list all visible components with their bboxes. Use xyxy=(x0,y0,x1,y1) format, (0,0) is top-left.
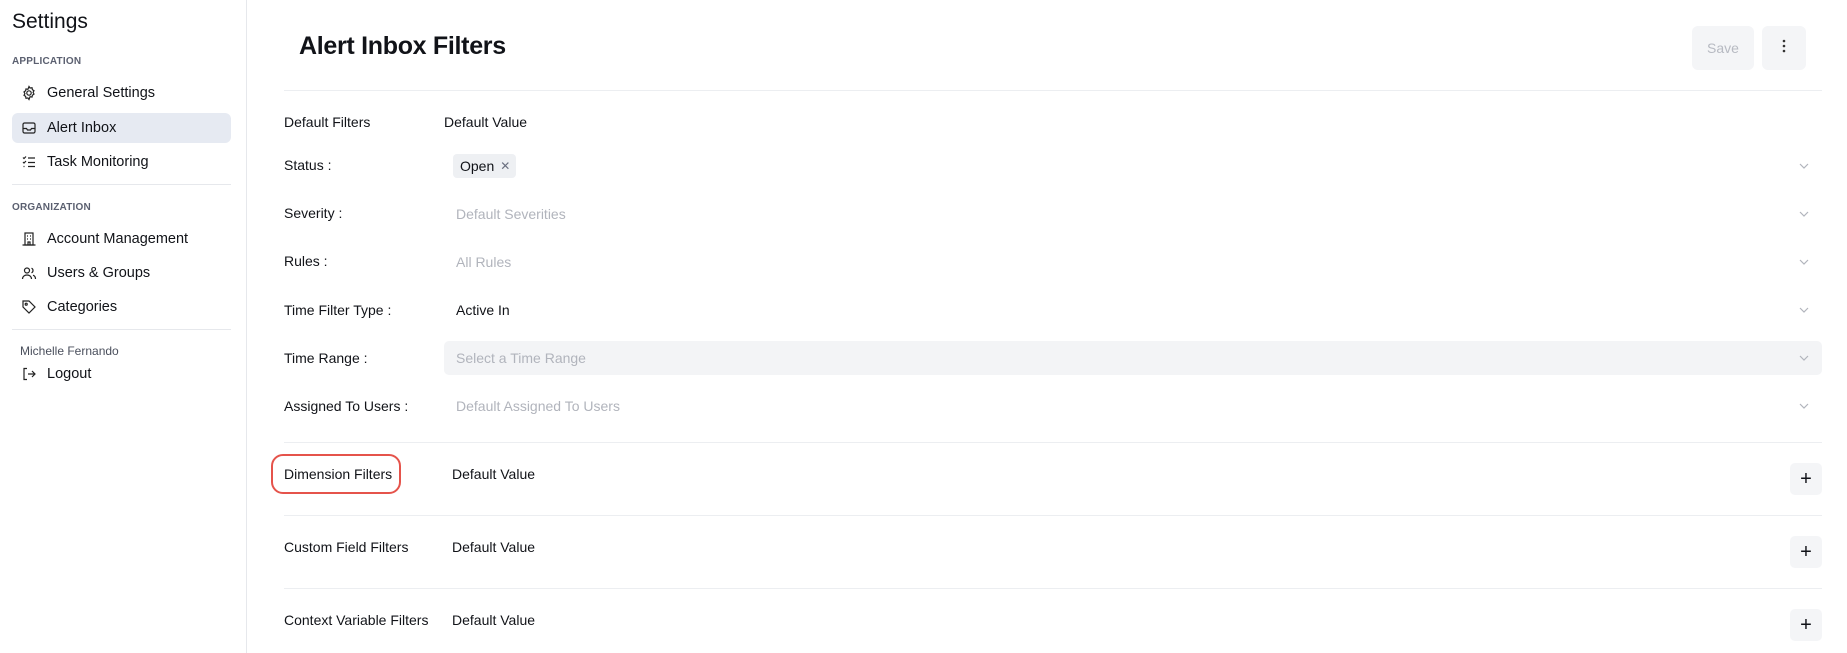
tag-label: Open xyxy=(460,158,495,174)
status-label: Status : xyxy=(284,157,332,173)
plus-icon: + xyxy=(1800,540,1812,563)
time-filter-type-select[interactable]: Active In xyxy=(444,293,1822,327)
sidebar-item-users-groups[interactable]: Users & Groups xyxy=(12,258,231,288)
section-divider xyxy=(284,588,1822,589)
settings-sidebar: Settings APPLICATION General Settings Al… xyxy=(0,0,247,653)
current-user-name: Michelle Fernando xyxy=(20,344,119,358)
dimension-filters-label: Dimension Filters xyxy=(284,466,393,482)
sidebar-item-label: Categories xyxy=(47,299,118,315)
status-tag-open: Open ✕ xyxy=(453,154,517,178)
add-custom-field-filter-button[interactable]: + xyxy=(1790,536,1822,568)
assigned-to-users-placeholder: Default Assigned To Users xyxy=(456,398,620,414)
add-context-variable-filter-button[interactable]: + xyxy=(1790,609,1822,641)
tag-icon xyxy=(21,299,37,315)
sidebar-item-label: General Settings xyxy=(47,85,156,101)
save-button[interactable]: Save xyxy=(1692,26,1754,70)
sidebar-divider xyxy=(12,184,231,185)
custom-field-filters-label: Custom Field Filters xyxy=(284,539,409,555)
filter-label-text: Severity xyxy=(284,205,335,221)
severity-select[interactable]: Default Severities xyxy=(444,197,1822,231)
sidebar-item-label: Task Monitoring xyxy=(47,154,149,170)
assigned-to-users-label: Assigned To Users : xyxy=(284,398,409,414)
time-range-label: Time Range : xyxy=(284,350,368,366)
plus-icon: + xyxy=(1800,467,1812,490)
time-filter-type-value: Active In xyxy=(456,302,510,318)
section-divider xyxy=(284,442,1822,443)
sidebar-item-alert-inbox[interactable]: Alert Inbox xyxy=(12,113,231,143)
filter-label-text: Assigned To Users xyxy=(284,398,401,414)
sidebar-section-organization: ORGANIZATION xyxy=(12,202,91,213)
close-icon[interactable]: ✕ xyxy=(500,159,510,173)
severity-placeholder: Default Severities xyxy=(456,206,566,222)
status-select[interactable]: Open ✕ xyxy=(444,149,1822,183)
logout-icon xyxy=(21,366,37,382)
severity-label: Severity : xyxy=(284,205,343,221)
rules-placeholder: All Rules xyxy=(456,254,512,270)
sidebar-item-label: Alert Inbox xyxy=(47,120,117,136)
sidebar-section-application: APPLICATION xyxy=(12,56,82,67)
filter-label-text: Status xyxy=(284,157,324,173)
rules-label: Rules : xyxy=(284,253,328,269)
chevron-down-icon xyxy=(1799,403,1809,409)
context-variable-filters-label: Context Variable Filters xyxy=(284,612,429,628)
section-divider xyxy=(284,515,1822,516)
inbox-icon xyxy=(21,120,37,136)
sidebar-item-label: Account Management xyxy=(47,231,189,247)
rules-select[interactable]: All Rules xyxy=(444,245,1822,279)
sidebar-title: Settings xyxy=(12,10,88,33)
header-divider xyxy=(284,90,1822,91)
sidebar-item-general-settings[interactable]: General Settings xyxy=(12,78,231,108)
assigned-to-users-select[interactable]: Default Assigned To Users xyxy=(444,389,1822,423)
logout-label: Logout xyxy=(47,366,92,382)
add-dimension-filter-button[interactable]: + xyxy=(1790,463,1822,495)
chevron-down-icon xyxy=(1799,259,1809,265)
time-range-select[interactable]: Select a Time Range xyxy=(444,341,1822,375)
more-vertical-icon xyxy=(1782,39,1786,58)
users-icon xyxy=(21,265,37,281)
chevron-down-icon xyxy=(1799,211,1809,217)
default-value-header: Default Value xyxy=(444,114,528,130)
more-options-button[interactable] xyxy=(1762,26,1806,70)
chevron-down-icon xyxy=(1799,355,1809,361)
list-check-icon xyxy=(21,154,37,170)
gear-icon xyxy=(21,85,37,101)
chevron-down-icon xyxy=(1799,163,1809,169)
sidebar-item-categories[interactable]: Categories xyxy=(12,292,231,322)
filter-label-text: Time Filter Type xyxy=(284,302,384,318)
default-filters-label: Default Filters xyxy=(284,114,371,130)
dimension-default-value-header: Default Value xyxy=(452,466,536,482)
time-filter-type-label: Time Filter Type : xyxy=(284,302,392,318)
custom-field-default-value-header: Default Value xyxy=(452,539,536,555)
time-range-placeholder: Select a Time Range xyxy=(456,350,586,366)
logout-button[interactable]: Logout xyxy=(12,359,231,389)
filter-label-text: Time Range xyxy=(284,350,360,366)
page-title: Alert Inbox Filters xyxy=(299,32,506,60)
context-variable-default-value-header: Default Value xyxy=(452,612,536,628)
sidebar-item-account-management[interactable]: Account Management xyxy=(12,224,231,254)
filter-label-text: Rules xyxy=(284,253,320,269)
sidebar-divider xyxy=(12,329,231,330)
sidebar-item-task-monitoring[interactable]: Task Monitoring xyxy=(12,147,231,177)
building-icon xyxy=(21,231,37,247)
plus-icon: + xyxy=(1800,613,1812,636)
sidebar-item-label: Users & Groups xyxy=(47,265,151,281)
chevron-down-icon xyxy=(1799,307,1809,313)
